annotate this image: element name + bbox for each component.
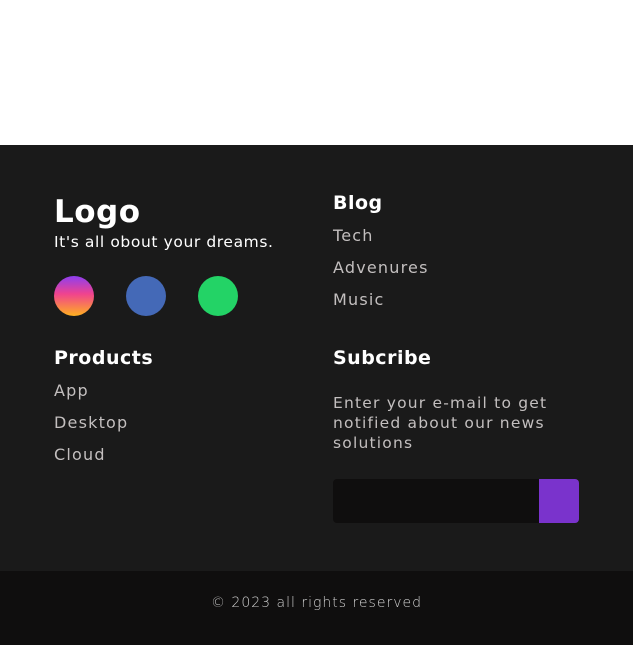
facebook-icon[interactable] <box>126 276 166 316</box>
blog-list: Tech Advenures Music <box>333 220 429 316</box>
social-links <box>54 276 238 316</box>
products-list: App Desktop Cloud <box>54 375 153 471</box>
products-link-cloud[interactable]: Cloud <box>54 439 153 471</box>
blog-link-music[interactable]: Music <box>333 284 429 316</box>
subscribe-button[interactable] <box>539 479 579 523</box>
site-footer: Logo It's all obout your dreams. Product… <box>0 145 633 571</box>
instagram-icon[interactable] <box>54 276 94 316</box>
products-link-app[interactable]: App <box>54 375 153 407</box>
blog-link-tech[interactable]: Tech <box>333 220 429 252</box>
copyright-bar: © 2023 all rights reserved <box>0 571 633 645</box>
subscribe-section: Subcribe Enter your e-mail to get notifi… <box>333 347 553 453</box>
products-link-desktop[interactable]: Desktop <box>54 407 153 439</box>
copyright-text: © 2023 all rights reserved <box>210 595 422 611</box>
products-section: Products App Desktop Cloud <box>54 347 153 471</box>
footer-logo[interactable]: Logo <box>54 193 141 231</box>
email-input[interactable] <box>333 479 539 523</box>
subscribe-heading: Subcribe <box>333 347 432 369</box>
blog-heading: Blog <box>333 192 383 214</box>
page-top-area <box>0 0 633 145</box>
blog-section: Blog Tech Advenures Music <box>333 192 429 316</box>
subscribe-description: Enter your e-mail to get notified about … <box>333 394 548 452</box>
footer-tagline: It's all obout your dreams. <box>54 233 274 251</box>
blog-link-adventures[interactable]: Advenures <box>333 252 429 284</box>
subscribe-form <box>333 479 579 523</box>
whatsapp-icon[interactable] <box>198 276 238 316</box>
products-heading: Products <box>54 347 154 369</box>
